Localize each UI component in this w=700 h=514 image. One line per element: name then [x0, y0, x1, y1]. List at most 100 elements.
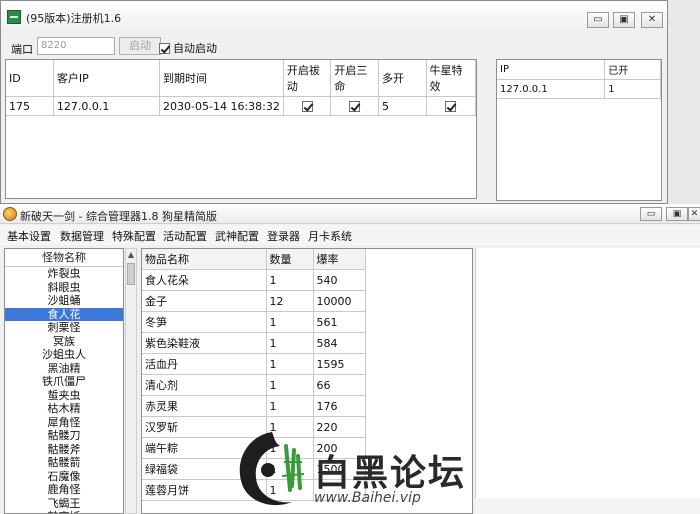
- scroll-thumb[interactable]: [127, 263, 135, 285]
- table-row[interactable]: 清心剂 1 66: [142, 374, 366, 396]
- list-item[interactable]: 沙蛆蛹: [5, 294, 123, 308]
- effect-checkbox[interactable]: [445, 101, 457, 112]
- col-expire-time[interactable]: 到期时间: [159, 60, 284, 97]
- ip-count-table[interactable]: IP 已开 127.0.0.1 1: [496, 59, 662, 201]
- scroll-up-icon[interactable]: ▲: [126, 249, 136, 261]
- col-item-name[interactable]: 物品名称: [142, 249, 267, 270]
- col-enable-2[interactable]: 开启三命: [330, 60, 379, 97]
- list-item[interactable]: 蜇夹虫: [5, 389, 123, 403]
- menu-special-config[interactable]: 特殊配置: [112, 228, 156, 244]
- cell-quantity: 1: [266, 311, 314, 333]
- game-coin-icon: [3, 207, 17, 221]
- col-enable-1[interactable]: 开启祓动: [283, 60, 332, 97]
- cell-quantity: 1: [266, 269, 314, 291]
- port-input[interactable]: 8220: [37, 37, 115, 55]
- cell-side-ip: 127.0.0.1: [497, 79, 606, 99]
- menu-basic-settings[interactable]: 基本设置: [7, 228, 51, 244]
- restore-button[interactable]: ▣: [666, 207, 688, 221]
- auto-start-label: 自动启动: [173, 42, 217, 55]
- cell-item-name: 金子: [142, 290, 267, 312]
- client-table[interactable]: ID 客户IP 到期时间 开启祓动 开启三命 多开 牛星特效 175 127.0…: [5, 59, 477, 199]
- list-item[interactable]: 石魔像: [5, 470, 123, 484]
- col-drop-rate[interactable]: 爆率: [313, 249, 366, 270]
- col-opened[interactable]: 已开: [604, 60, 661, 80]
- cell-quantity: 12: [266, 290, 314, 312]
- list-item[interactable]: 鹿角怪: [5, 483, 123, 497]
- menu-launcher[interactable]: 登录器: [267, 228, 300, 244]
- cell-item-name: 食人花朵: [142, 269, 267, 291]
- watermark-url: www.Baihei.vip: [314, 490, 421, 506]
- list-item[interactable]: 食人花: [5, 307, 123, 321]
- list-item[interactable]: 黑油精: [5, 362, 123, 376]
- start-button[interactable]: 启动: [119, 37, 161, 55]
- col-ip[interactable]: IP: [497, 60, 606, 80]
- registration-window: (95版本)注册机1.6 ▭ ▣ ✕ 端口 8220 启动 自动启动 ID 客户…: [0, 0, 668, 204]
- forum-watermark: 白黑论坛 www.Baihei.vip: [228, 426, 500, 514]
- cell-drop-rate: 561: [313, 311, 366, 333]
- menu-activity-config[interactable]: 活动配置: [163, 228, 207, 244]
- table-row[interactable]: 金子 12 10000: [142, 290, 366, 312]
- cell-item-name: 冬笋: [142, 311, 267, 333]
- list-item[interactable]: 冥族: [5, 335, 123, 349]
- table-row[interactable]: 活血丹 1 1595: [142, 353, 366, 375]
- list-item[interactable]: 骷髅箭: [5, 456, 123, 470]
- cell-expire: 2030-05-14 16:38:32: [159, 96, 284, 116]
- list-item[interactable]: 骷髅斧: [5, 443, 123, 457]
- ink-brush-logo-icon: [239, 432, 305, 506]
- cell-item-name: 紫色染鞋液: [142, 332, 267, 354]
- list-item[interactable]: 飞蝎王: [5, 497, 123, 511]
- restore-button[interactable]: ▣: [613, 12, 635, 28]
- port-row: 端口 8220 启动 自动启动: [11, 37, 411, 57]
- monster-list-header[interactable]: 怪物名称: [5, 249, 123, 267]
- enable-2-checkbox[interactable]: [349, 101, 361, 112]
- manager-titlebar[interactable]: 新破天一剑 - 综合管理器1.8 狗星精简版 ▭ ▣ ✕: [0, 204, 700, 224]
- minimize-button[interactable]: ▭: [587, 12, 609, 28]
- menu-wushen-config[interactable]: 武神配置: [215, 228, 259, 244]
- menu-data-management[interactable]: 数据管理: [60, 228, 104, 244]
- registration-titlebar[interactable]: (95版本)注册机1.6 ▭ ▣ ✕: [1, 1, 667, 31]
- col-client-ip[interactable]: 客户IP: [53, 60, 161, 97]
- cell-quantity: 1: [266, 374, 314, 396]
- list-item[interactable]: 沙蛆虫人: [5, 348, 123, 362]
- menu-monthly-card[interactable]: 月卡系统: [308, 228, 352, 244]
- table-row[interactable]: 冬笋 1 561: [142, 311, 366, 333]
- table-row[interactable]: 175 127.0.0.1 2030-05-14 16:38:32 5: [6, 96, 476, 116]
- col-effect[interactable]: 牛星特效: [426, 60, 476, 97]
- list-item[interactable]: 枯木精: [5, 402, 123, 416]
- cell-ip: 127.0.0.1: [53, 96, 161, 116]
- table-row[interactable]: 紫色染鞋液 1 584: [142, 332, 366, 354]
- cell-drop-rate: 584: [313, 332, 366, 354]
- cell-quantity: 1: [266, 395, 314, 417]
- col-quantity[interactable]: 数量: [266, 249, 314, 270]
- close-button[interactable]: ✕: [641, 12, 663, 28]
- cell-item-name: 清心剂: [142, 374, 267, 396]
- col-id[interactable]: ID: [6, 60, 54, 97]
- monster-list-scrollbar[interactable]: ▲: [125, 248, 137, 514]
- close-button[interactable]: ✕: [688, 207, 700, 221]
- cell-drop-rate: 10000: [313, 290, 366, 312]
- list-item[interactable]: 炸裂虫: [5, 267, 123, 281]
- detail-panel: [475, 248, 700, 498]
- list-item[interactable]: 犀角怪: [5, 416, 123, 430]
- auto-start-checkbox[interactable]: 自动启动: [159, 40, 217, 56]
- enable-1-checkbox[interactable]: [301, 101, 313, 112]
- table-row[interactable]: 127.0.0.1 1: [497, 79, 661, 99]
- cell-drop-rate: 176: [313, 395, 366, 417]
- auto-start-check-box[interactable]: [159, 42, 170, 54]
- monster-list[interactable]: 怪物名称 炸裂虫 斜眼虫 沙蛆蛹 食人花 刺栗怪 冥族 沙蛆虫人 黑油精 铁爪僵尸 蜇夹虫 枯木精犀…: [4, 248, 124, 514]
- col-multi[interactable]: 多开: [378, 60, 427, 97]
- cell-id: 175: [6, 96, 54, 116]
- list-item[interactable]: 斜眼虫: [5, 281, 123, 295]
- cell-side-count: 1: [604, 79, 661, 99]
- table-row[interactable]: 食人花朵 1 540: [142, 269, 366, 291]
- manager-window-title: 新破天一剑 - 综合管理器1.8 狗星精简版: [20, 210, 217, 223]
- cell-drop-rate: 66: [313, 374, 366, 396]
- list-item[interactable]: 刺栗怪: [5, 321, 123, 335]
- minimize-button[interactable]: ▭: [640, 207, 662, 221]
- cell-multi: 5: [378, 96, 427, 116]
- list-item[interactable]: 铁爪僵尸: [5, 375, 123, 389]
- table-row[interactable]: 赤灵果 1 176: [142, 395, 366, 417]
- app-logo-icon: [7, 10, 21, 24]
- list-item[interactable]: 骷髅刀: [5, 429, 123, 443]
- list-item[interactable]: 魅夜妖: [5, 510, 123, 513]
